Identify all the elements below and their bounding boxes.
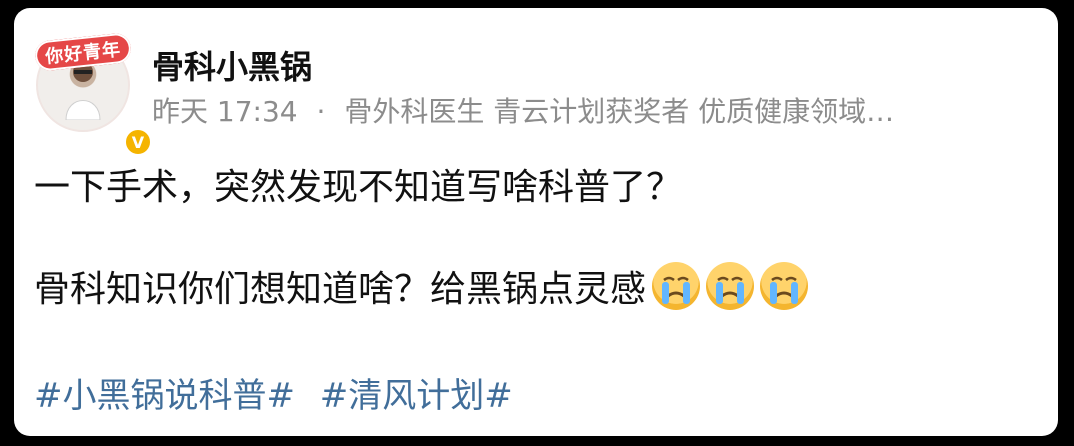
crying-face-icon bbox=[652, 262, 701, 310]
post-text-line-2-text: 骨科知识你们想知道啥？给黑锅点灵感 bbox=[34, 269, 647, 310]
avatar[interactable]: 你好青年 V bbox=[33, 32, 152, 156]
hashtag-link[interactable]: #小黑锅说科普# bbox=[34, 376, 295, 416]
verified-icon: V bbox=[124, 128, 152, 156]
hashtag-link[interactable]: #清风计划# bbox=[320, 376, 513, 416]
author-name[interactable]: 骨科小黑锅 bbox=[152, 42, 312, 88]
post-card: 你好青年 V 骨科小黑锅 昨天 17:34 · 骨外科医生 青云计划获奖者 优质… bbox=[14, 8, 1058, 436]
post-text-line-2: 骨科知识你们想知道啥？给黑锅点灵感 bbox=[34, 260, 809, 312]
crying-face-icon bbox=[760, 262, 809, 310]
crying-face-icon bbox=[706, 262, 755, 310]
meta-separator: · bbox=[316, 95, 326, 128]
verified-label: V bbox=[131, 132, 145, 152]
avatar-badge: 你好青年 bbox=[30, 32, 136, 72]
avatar-badge-label: 你好青年 bbox=[33, 32, 133, 72]
hashtags: #小黑锅说科普# #清风计划# bbox=[34, 368, 527, 417]
post-time: 昨天 17:34 bbox=[152, 95, 298, 128]
post-text-line-1: 一下手术，突然发现不知道写啥科普了？ bbox=[34, 167, 683, 208]
post-meta: 昨天 17:34 · 骨外科医生 青云计划获奖者 优质健康领域… bbox=[152, 90, 894, 130]
author-bio: 骨外科医生 青云计划获奖者 优质健康领域… bbox=[344, 95, 895, 128]
